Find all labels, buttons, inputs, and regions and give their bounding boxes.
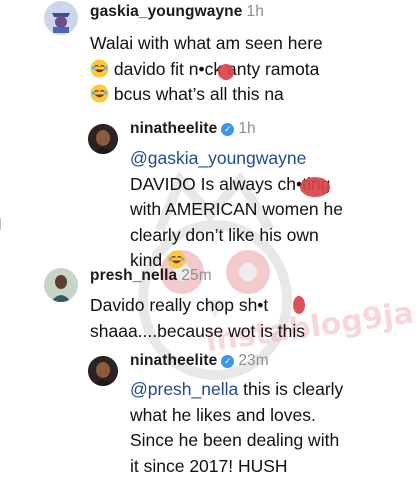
comment-line-text: bcus what’s all this na bbox=[114, 84, 284, 104]
username-text[interactable]: gaskia_youngwayne bbox=[90, 3, 242, 20]
comment-line: Davido really chop sh•t bbox=[90, 293, 410, 319]
comment-line: clearly don’t like his own bbox=[130, 223, 415, 249]
avatar-image bbox=[88, 124, 118, 154]
avatar-image bbox=[44, 1, 78, 35]
comment-line: DAVIDO Is always ch•ting bbox=[130, 172, 415, 198]
comment-text: Walai with what am seen here davido fit … bbox=[90, 31, 410, 108]
comment-line-with-emoji: bcus what’s all this na bbox=[90, 82, 410, 108]
redaction-mark bbox=[293, 296, 305, 314]
comment-line-text: davido fit n•ck anty ramota bbox=[114, 59, 320, 79]
comment-line-with-mention: @presh_nella this is clearly bbox=[130, 377, 415, 403]
avatar-image bbox=[44, 268, 78, 302]
mention-link[interactable]: @presh_nella bbox=[130, 379, 238, 399]
avatar[interactable] bbox=[44, 268, 78, 302]
verified-badge-icon: ✓ bbox=[221, 123, 234, 136]
comment-line: what he likes and loves. bbox=[130, 403, 415, 429]
timestamp: 25m bbox=[181, 267, 211, 284]
comment-line: it since 2017! HUSH bbox=[130, 454, 415, 479]
avatar[interactable] bbox=[44, 1, 78, 35]
username-text[interactable]: ninatheelite bbox=[130, 352, 217, 369]
timestamp: 1h bbox=[246, 3, 263, 20]
comment-text: @presh_nella this is clearly what he lik… bbox=[130, 377, 415, 479]
left-edge-marker bbox=[0, 218, 5, 230]
comment-line: with AMERICAN women he bbox=[130, 197, 415, 223]
comment-line: shaaa....because wot is this bbox=[90, 319, 410, 345]
avatar[interactable] bbox=[88, 124, 118, 154]
comment-line-with-emoji: davido fit n•ck anty ramota bbox=[90, 57, 410, 83]
username[interactable]: ninatheelite ✓ 1h bbox=[130, 120, 256, 138]
username[interactable]: gaskia_youngwayne1h bbox=[90, 3, 264, 21]
comment-line: Walai with what am seen here bbox=[90, 31, 410, 57]
username-text[interactable]: presh_nella bbox=[90, 267, 177, 284]
username[interactable]: ninatheelite ✓ 23m bbox=[130, 352, 269, 370]
mention-link[interactable]: @gaskia_youngwayne bbox=[130, 146, 415, 172]
laughing-emoji-icon bbox=[90, 84, 109, 103]
username-text[interactable]: ninatheelite bbox=[130, 120, 217, 137]
avatar-image bbox=[88, 356, 118, 386]
comment-line-text: this is clearly bbox=[243, 379, 343, 399]
username[interactable]: presh_nella25m bbox=[90, 267, 212, 285]
timestamp: 1h bbox=[238, 120, 255, 137]
comment-text: Davido really chop sh•t shaaa....because… bbox=[90, 293, 410, 344]
verified-badge-icon: ✓ bbox=[221, 355, 234, 368]
redaction-mark bbox=[218, 64, 234, 80]
timestamp: 23m bbox=[238, 352, 268, 369]
laughing-emoji-icon bbox=[90, 59, 109, 78]
redaction-mark bbox=[300, 177, 330, 197]
avatar[interactable] bbox=[88, 356, 118, 386]
comment-text: @gaskia_youngwayne DAVIDO Is always ch•t… bbox=[130, 146, 415, 274]
comment-line: Since he been dealing with bbox=[130, 428, 415, 454]
